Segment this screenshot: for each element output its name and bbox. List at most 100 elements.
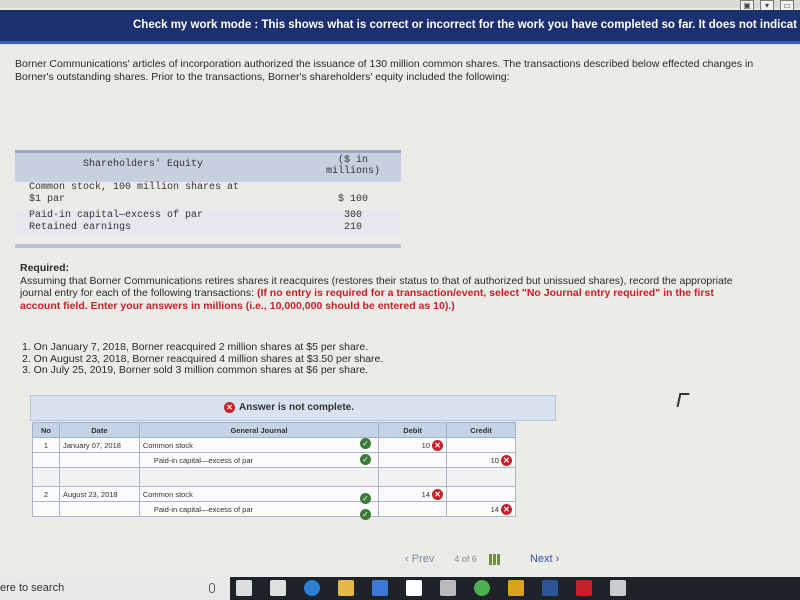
incorrect-icon: ✕ bbox=[224, 402, 235, 413]
entry-no: 2 bbox=[32, 486, 60, 502]
incorrect-icon: ✕ bbox=[432, 439, 444, 451]
next-label: Next bbox=[529, 553, 553, 565]
entry-date[interactable] bbox=[58, 452, 140, 468]
equity-row-label: $1 par bbox=[29, 194, 66, 205]
entry-date[interactable] bbox=[58, 501, 140, 517]
store-icon[interactable] bbox=[372, 580, 388, 596]
entry-account[interactable]: Common stock bbox=[138, 486, 380, 502]
incorrect-icon: ✕ bbox=[432, 488, 444, 500]
page-total: 6 bbox=[471, 554, 477, 564]
equity-header-label: Shareholders' Equity bbox=[83, 159, 204, 170]
table-row bbox=[32, 467, 516, 487]
table-row: 1 January 07, 2018 Common stock 10 ✕ bbox=[32, 437, 516, 453]
col-credit: Credit bbox=[446, 422, 516, 438]
empty-cell[interactable] bbox=[446, 467, 516, 487]
equity-row: $1 par $ 100 bbox=[15, 194, 401, 206]
problem-intro: Borner Communications' articles of incor… bbox=[15, 58, 754, 83]
journal-header-row: No Date General Journal Debit Credit bbox=[32, 422, 516, 438]
entry-no bbox=[32, 452, 60, 468]
entry-date[interactable]: January 07, 2018 bbox=[58, 437, 140, 453]
edge-icon[interactable] bbox=[304, 580, 320, 596]
col-date: Date bbox=[58, 422, 140, 438]
col-debit: Debit bbox=[378, 422, 448, 438]
entry-account[interactable]: Common stock bbox=[138, 437, 380, 453]
page-current: 4 bbox=[454, 554, 460, 564]
incorrect-icon: ✕ bbox=[501, 503, 512, 515]
entry-date[interactable]: August 23, 2018 bbox=[58, 486, 140, 502]
camera-icon[interactable] bbox=[440, 580, 456, 596]
pagination: ‹ Prev 4 of 6 Next › bbox=[405, 553, 559, 565]
page-of: of bbox=[461, 554, 470, 564]
entry-credit[interactable] bbox=[446, 437, 516, 453]
equity-row: Common stock, 100 million shares at bbox=[15, 182, 401, 194]
equity-footer-rule bbox=[15, 244, 401, 248]
amazon-icon[interactable] bbox=[406, 580, 422, 596]
equity-row: Paid-in capital—excess of par 300 bbox=[15, 210, 401, 222]
entry-debit[interactable] bbox=[378, 501, 448, 517]
answer-status-text: Answer is not complete. bbox=[239, 402, 355, 413]
microphone-icon[interactable] bbox=[209, 583, 215, 593]
equity-row-label: Common stock, 100 million shares at bbox=[29, 182, 240, 193]
empty-cell[interactable] bbox=[138, 467, 380, 487]
entry-credit[interactable]: 14 ✕ bbox=[446, 501, 516, 517]
taskbar-icons bbox=[236, 580, 626, 596]
window-top-strip bbox=[0, 0, 800, 8]
word-icon[interactable] bbox=[542, 580, 558, 596]
debit-value: 14 bbox=[421, 489, 431, 499]
prev-button[interactable]: ‹ Prev bbox=[405, 553, 434, 565]
equity-header-unit-line2: millions) bbox=[325, 166, 380, 177]
entry-account[interactable]: Paid-in capital—excess of par bbox=[138, 501, 380, 517]
table-row: Paid-in capital—excess of par 14 ✕ bbox=[32, 501, 516, 517]
file-icon[interactable] bbox=[270, 580, 286, 596]
check-icon: ✓ bbox=[360, 493, 371, 504]
required-section: Required: Assuming that Borner Communica… bbox=[20, 262, 740, 312]
incorrect-icon: ✕ bbox=[501, 454, 512, 466]
equity-row-value: $ 100 bbox=[337, 194, 368, 205]
entry-account[interactable]: Paid-in capital—excess of par bbox=[138, 452, 380, 468]
check-icon: ✓ bbox=[360, 438, 371, 449]
journal-table: No Date General Journal Debit Credit 1 J… bbox=[32, 422, 516, 517]
next-button[interactable]: Next › bbox=[530, 553, 559, 565]
col-no: No bbox=[32, 422, 60, 438]
prev-label: Prev bbox=[411, 553, 435, 565]
page-indicator: 4 of 6 bbox=[454, 554, 477, 564]
debit-value: 10 bbox=[421, 440, 431, 450]
equity-row: Retained earnings 210 bbox=[15, 222, 401, 234]
equity-row-label: Paid-in capital—excess of par bbox=[29, 210, 204, 221]
entry-debit[interactable]: 10 ✕ bbox=[378, 437, 448, 453]
grid-view-icon[interactable] bbox=[488, 553, 500, 565]
answer-status-bar: ✕ Answer is not complete. bbox=[30, 395, 556, 421]
account-check-icons: ✓ ✓ bbox=[360, 438, 371, 465]
equity-header: Shareholders' Equity ($ in millions) bbox=[15, 150, 401, 182]
check-my-work-banner: Check my work mode : This shows what is … bbox=[0, 10, 800, 44]
calculator-icon[interactable] bbox=[610, 580, 626, 596]
equity-row-label: Retained earnings bbox=[29, 222, 132, 233]
entry-credit[interactable]: 10 ✕ bbox=[446, 452, 516, 468]
table-row: 2 August 23, 2018 Common stock 14 ✕ bbox=[32, 486, 516, 502]
chrome-icon[interactable] bbox=[474, 580, 490, 596]
empty-cell[interactable] bbox=[378, 467, 448, 487]
equity-row-value: 210 bbox=[343, 222, 362, 233]
check-icon: ✓ bbox=[360, 509, 371, 520]
empty-cell[interactable] bbox=[58, 467, 140, 487]
file-explorer-icon[interactable] bbox=[338, 580, 354, 596]
entry-debit[interactable] bbox=[378, 452, 448, 468]
transaction-item: 3. On July 25, 2019, Borner sold 3 milli… bbox=[22, 364, 369, 376]
equity-header-unit: ($ in millions) bbox=[305, 153, 401, 182]
banner-text: Check my work mode : This shows what is … bbox=[133, 19, 797, 31]
check-icon: ✓ bbox=[360, 454, 371, 465]
empty-cell bbox=[32, 467, 60, 487]
entry-no: 1 bbox=[32, 437, 60, 453]
pdf-icon[interactable] bbox=[576, 580, 592, 596]
shareholders-equity-table: Shareholders' Equity ($ in millions) Com… bbox=[15, 150, 401, 248]
entry-debit[interactable]: 14 ✕ bbox=[378, 486, 448, 502]
table-row: Paid-in capital—excess of par 10 ✕ bbox=[32, 452, 516, 468]
entry-credit[interactable] bbox=[446, 486, 516, 502]
taskbar-search[interactable]: ere to search bbox=[0, 577, 230, 600]
credit-value: 10 bbox=[490, 455, 499, 465]
credit-value: 14 bbox=[490, 504, 499, 514]
account-check-icons: ✓ ✓ bbox=[360, 493, 371, 520]
task-view-icon[interactable] bbox=[236, 580, 252, 596]
game-icon[interactable] bbox=[508, 580, 524, 596]
required-heading: Required: bbox=[20, 262, 70, 274]
